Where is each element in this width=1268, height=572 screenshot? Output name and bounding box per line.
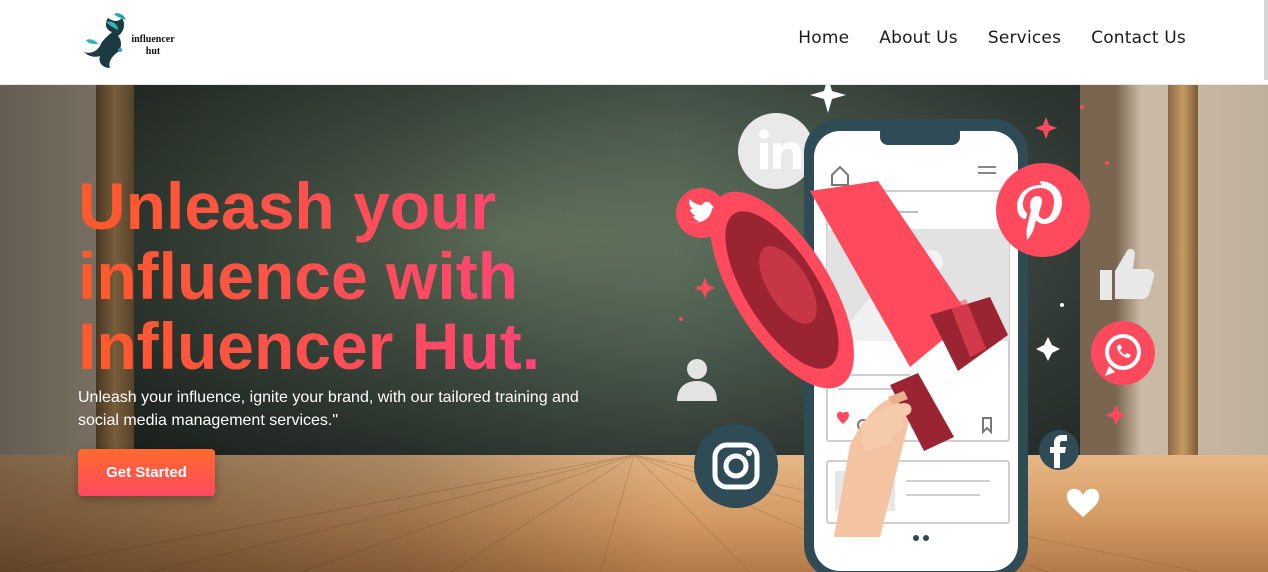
whatsapp-icon[interactable] xyxy=(1091,321,1155,385)
pinterest-icon[interactable] xyxy=(996,163,1090,257)
main-nav: Home About Us Services Contact Us xyxy=(798,28,1186,48)
facebook-icon[interactable] xyxy=(1039,430,1079,470)
hero-section: Unleash your influence with Influencer H… xyxy=(0,85,1268,572)
social-media-illustration xyxy=(676,85,1155,572)
page-scrollbar[interactable] xyxy=(1264,0,1268,80)
nav-services[interactable]: Services xyxy=(988,28,1061,48)
get-started-button[interactable]: Get Started xyxy=(78,449,215,496)
nav-about-us[interactable]: About Us xyxy=(879,28,958,48)
linkedin-icon[interactable] xyxy=(738,113,814,189)
nav-contact-us[interactable]: Contact Us xyxy=(1091,28,1186,48)
instagram-icon[interactable] xyxy=(694,424,778,508)
nav-home[interactable]: Home xyxy=(798,28,849,48)
hero-illustration xyxy=(660,85,1160,572)
user-icon xyxy=(677,359,717,401)
site-header: influencer hut Home About Us Services Co… xyxy=(0,0,1268,85)
heart-icon xyxy=(1066,488,1100,517)
hero-subtitle: Unleash your influence, ignite your bran… xyxy=(78,389,579,429)
hero-headline: Unleash your influence with Influencer H… xyxy=(78,171,638,381)
thumbs-up-icon xyxy=(1100,248,1155,300)
logo-text: influencer hut xyxy=(131,34,175,57)
wooden-post-right xyxy=(1168,85,1198,465)
